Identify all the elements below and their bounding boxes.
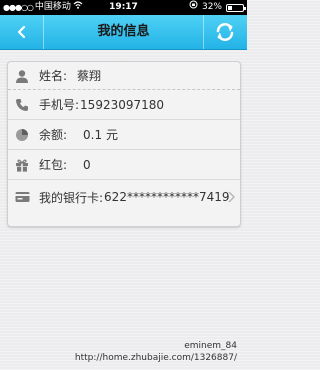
nav-bar: 我的信息 (0, 15, 247, 50)
redpack-value: 0 (83, 157, 91, 172)
balance-row: 余额: 0.1 元 (8, 120, 240, 150)
watermark-url: http://home.zhubajie.com/1326887/ (74, 353, 237, 363)
battery-icon (226, 3, 246, 12)
phone-icon (14, 97, 30, 113)
chevron-right-icon (228, 180, 235, 214)
info-card: 姓名: 蔡翔 手机号: 15923097180 余额: 0.1 元 红包: 0 … (7, 61, 241, 227)
name-label: 姓名: (39, 69, 68, 83)
refresh-icon (216, 23, 234, 41)
orientation-lock-icon (189, 0, 198, 15)
phone-row: 手机号: 15923097180 (8, 90, 240, 120)
battery-percent: 32% (201, 2, 222, 12)
name-row: 姓名: 蔡翔 (8, 62, 240, 90)
name-value: 蔡翔 (77, 69, 102, 83)
redpack-label: 红包: (39, 158, 68, 172)
redpack-row: 红包: 0 (8, 150, 240, 180)
bank-card-row[interactable]: 我的银行卡: 622************7419 (8, 180, 240, 214)
status-bar: ●●●○○ 中国移动 19:17 32% (0, 0, 247, 15)
bank-card-value: 622************7419 (104, 190, 230, 204)
balance-label: 余额: (39, 128, 68, 142)
bank-card-icon (14, 189, 30, 205)
balance-value: 0.1 元 (83, 128, 118, 142)
phone-value: 15923097180 (80, 97, 165, 112)
pie-chart-icon (14, 127, 30, 143)
refresh-button[interactable] (207, 15, 243, 49)
watermark-username: eminem_84 (184, 341, 237, 351)
nav-separator (203, 15, 204, 49)
bank-card-label: 我的银行卡: (39, 190, 104, 205)
gift-icon (14, 157, 30, 173)
user-icon (14, 68, 30, 84)
phone-label: 手机号: (39, 98, 80, 112)
